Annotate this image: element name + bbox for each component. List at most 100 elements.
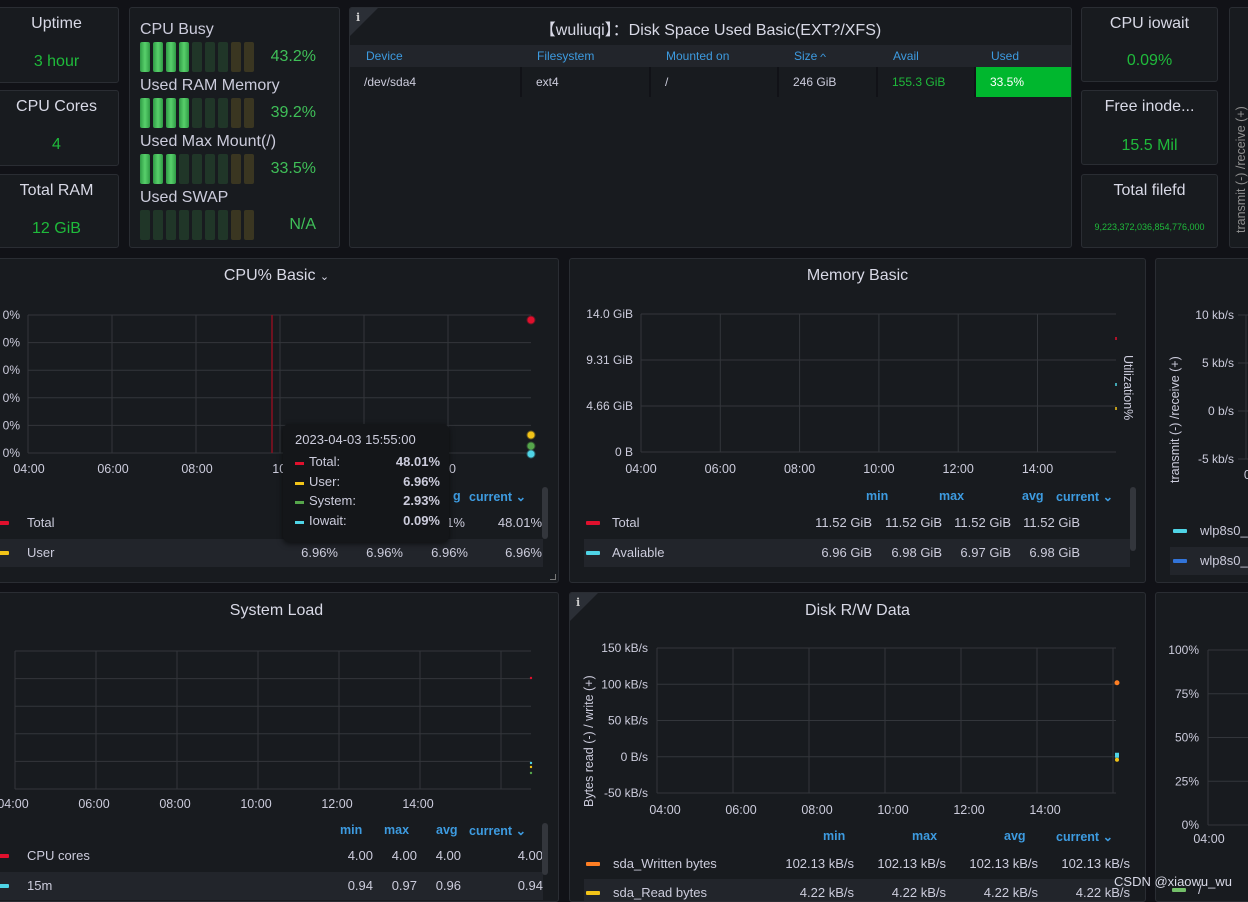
- legend-min: 102.13 kB/s: [785, 856, 854, 871]
- legend-series-name: sda_Read bytes: [613, 885, 707, 900]
- cpu-chart[interactable]: 0%0%0%0%0%0%04:00 06:00 08:00 10: 00: [0, 259, 559, 489]
- legend-header-min[interactable]: min: [866, 489, 888, 503]
- tooltip-swatch: [295, 481, 304, 485]
- legend-row-sda_read bytes[interactable]: sda_Read bytes 4.22 kB/s 4.22 kB/s 4.22 kB/…: [584, 879, 1130, 901]
- legend-header-current[interactable]: current ⌄: [1056, 829, 1113, 844]
- legend-min: 0.94: [347, 878, 373, 893]
- legend-header-max[interactable]: max: [384, 823, 409, 837]
- col-avail[interactable]: Avail: [877, 45, 975, 67]
- legend-header-avg[interactable]: avg: [1004, 829, 1026, 843]
- legend-row-15m[interactable]: 15m 0.94 0.97 0.96 0.94: [0, 872, 543, 900]
- col-mounted-on[interactable]: Mounted on: [650, 45, 778, 67]
- col-used[interactable]: Used: [975, 45, 1071, 67]
- bar-gauge-cell: [218, 210, 228, 240]
- x-tick-label: 04:00: [0, 797, 29, 811]
- bar-gauge-value: 43.2%: [270, 48, 316, 65]
- y-tick-label: 10 kb/s: [1195, 308, 1234, 322]
- legend-header-max[interactable]: max: [912, 829, 937, 843]
- legend-row-user[interactable]: User 6.96% 6.96% 6.96% 6.96%: [0, 539, 543, 567]
- system-load-chart[interactable]: 04:00 06:00 08:00 10:00 12:00 14:00: [0, 593, 559, 818]
- uptime-panel[interactable]: Uptime 3 hour: [0, 7, 119, 83]
- legend-max: 0.97: [391, 878, 417, 893]
- cpu-cores-panel[interactable]: CPU Cores 4: [0, 90, 119, 166]
- col-filesystem-label: Filesystem: [537, 49, 595, 63]
- legend-swatch: [0, 551, 9, 555]
- col-size[interactable]: Size ^: [778, 45, 877, 67]
- total-ram-panel[interactable]: Total RAM 12 GiB: [0, 174, 119, 248]
- col-filesystem[interactable]: Filesystem: [521, 45, 650, 67]
- legend-header-avg-partial[interactable]: g: [453, 489, 461, 503]
- system-load-panel[interactable]: System Load 04:00 06:00 08:00 10:00 12:00 14:…: [0, 592, 559, 902]
- tooltip-swatch: [295, 462, 304, 465]
- cpu-basic-panel[interactable]: CPU% Basic ⌄ 0% 0% 0% 0% 0% 0% 04:00 06:00 08:00…: [0, 258, 559, 583]
- disk-rw-panel[interactable]: i Disk R/W Data -50 kB/s 0 B/s 50 kB/s 100 …: [569, 592, 1146, 902]
- bar-gauge-cell: [244, 98, 254, 128]
- bar-gauge-cell: [192, 98, 202, 128]
- tooltip-label: User:: [309, 473, 341, 489]
- legend-header-avg[interactable]: avg: [436, 823, 458, 837]
- tooltip-value: 48.01%: [395, 454, 440, 469]
- x-tick-label: 12:00: [943, 462, 974, 476]
- network-panel-partial[interactable]: -5 kb/s 0 b/s 5 kb/s 10 kb/s 04:0 transmit (…: [1155, 258, 1248, 583]
- memory-basic-panel[interactable]: Memory Basic 0 B 4.66 GiB 9.31 GiB 14.0 GiB…: [569, 258, 1146, 583]
- legend-header-max[interactable]: max: [939, 489, 964, 503]
- y-tick-label: 4.66 GiB: [586, 399, 633, 413]
- legend-header-min[interactable]: min: [823, 829, 845, 843]
- legend-scrollbar[interactable]: [542, 823, 548, 875]
- legend-row-total[interactable]: Total 11.52 GiB 11.52 GiB 11.52 GiB 11.52 Gi…: [584, 509, 1130, 537]
- series-point-other: [1115, 752, 1119, 758]
- resize-handle-icon[interactable]: [550, 574, 556, 580]
- bar-gauge-cells: [140, 42, 254, 72]
- legend-swatch: [1173, 559, 1187, 563]
- x-tick-label: 08:00: [181, 462, 212, 476]
- legend-scrollbar[interactable]: [1130, 487, 1136, 551]
- network-top-axis-label: transmit (-) /receive (+): [1234, 106, 1248, 233]
- x-tick-label: 10:00: [863, 462, 894, 476]
- x-tick-label: 08:00: [784, 462, 815, 476]
- legend-row-network[interactable]: wlp8s0_: [1170, 517, 1248, 545]
- bar-gauge-cell: [205, 210, 215, 240]
- legend-row-cpu-cores[interactable]: CPU cores 4.00 4.00 4.00 4.00: [0, 842, 543, 870]
- col-device-label: Device: [366, 49, 403, 63]
- disk-pct-chart[interactable]: 0% 25% 50% 75% 100% 04:00: [1156, 593, 1248, 853]
- disk-space-table-panel[interactable]: i 【wuliuqi】：Disk Space Used Basic(EXT?/X…: [349, 7, 1072, 248]
- bar-gauge-cell: [179, 154, 189, 184]
- total-filefd-panel[interactable]: Total filefd 9,223,372,036,854,776,000: [1081, 174, 1218, 248]
- legend-series-name: sda_Written bytes: [613, 856, 717, 871]
- bar-gauge-cell: [231, 154, 241, 184]
- cell-filesystem: ext4: [521, 67, 651, 97]
- y-tick-label: 0%: [3, 446, 21, 460]
- x-tick-label: 04:00: [625, 462, 656, 476]
- network-top-panel-partial[interactable]: transmit (-) /receive (+): [1229, 7, 1248, 248]
- disk-rw-chart[interactable]: -50 kB/s 0 B/s 50 kB/s 100 kB/s 150 kB/s 04:0…: [570, 593, 1146, 823]
- total-filefd-value: 9,223,372,036,854,776,000: [1094, 222, 1205, 232]
- col-device[interactable]: Device: [350, 45, 521, 67]
- y-tick-label: -5 kb/s: [1198, 452, 1234, 466]
- legend-header-current[interactable]: current ⌄: [469, 823, 526, 838]
- legend-current: 11.52 GiB: [1023, 515, 1080, 530]
- legend-scrollbar[interactable]: [542, 487, 548, 539]
- legend-avg: 102.13 kB/s: [969, 856, 1038, 871]
- total-ram-value: 12 GiB: [32, 220, 81, 237]
- legend-row-sda_written bytes[interactable]: sda_Written bytes 102.13 kB/s 102.13 kB/s 1…: [584, 850, 1130, 878]
- legend-header-current[interactable]: current ⌄: [469, 489, 526, 504]
- y-tick-label: 0%: [3, 336, 21, 350]
- bar-gauge-panel[interactable]: CPU Busy 43.2% Used RAM Memory 39.2% Used Ma…: [129, 7, 340, 248]
- legend-row-total[interactable]: Total 1% 48.01%: [0, 509, 543, 537]
- memory-chart[interactable]: 0 B 4.66 GiB 9.31 GiB 14.0 GiB 04:00 06:00 08:…: [570, 259, 1146, 489]
- sort-chevron-icon: ⌄: [1102, 830, 1114, 844]
- legend-header-min[interactable]: min: [340, 823, 362, 837]
- bar-gauge-cell: [140, 210, 150, 240]
- legend-header-current-text: current: [469, 490, 513, 504]
- legend-header-current-text: current: [1056, 490, 1100, 504]
- legend-header-avg[interactable]: avg: [1022, 489, 1044, 503]
- bar-gauge-cell: [231, 98, 241, 128]
- x-tick-label: 14:00: [402, 797, 433, 811]
- legend-row-avaliable[interactable]: Avaliable 6.96 GiB 6.98 GiB 6.97 GiB 6.98 Gi…: [584, 539, 1130, 567]
- disk-pct-panel-partial[interactable]: 0% 25% 50% 75% 100% 04:00 /: [1155, 592, 1248, 902]
- legend-header-current[interactable]: current ⌄: [1056, 489, 1113, 504]
- free-inode-panel[interactable]: Free inode... 15.5 Mil: [1081, 90, 1218, 165]
- cpu-iowait-panel[interactable]: CPU iowait 0.09%: [1081, 7, 1218, 82]
- legend-row-network[interactable]: wlp8s0_: [1170, 547, 1248, 575]
- legend-series-name: 15m: [27, 878, 53, 893]
